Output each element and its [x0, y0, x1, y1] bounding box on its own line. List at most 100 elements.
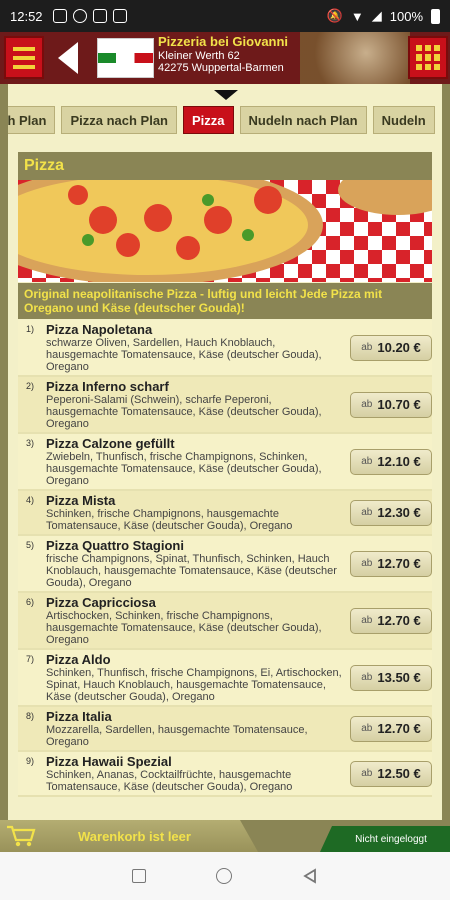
price-value: 12.70 €	[377, 556, 421, 571]
item-description: schwarze Oliven, Sardellen, Hauch Knobla…	[46, 337, 322, 373]
item-name: Pizza Aldo	[46, 652, 111, 667]
item-name: Pizza Quattro Stagioni	[46, 538, 184, 553]
price-prefix: ab	[361, 615, 373, 626]
section-title: Pizza	[18, 152, 432, 180]
cart-button[interactable]: Warenkorb ist leer	[0, 820, 258, 852]
item-number: 2)	[26, 381, 35, 391]
grid-icon-cell	[416, 45, 422, 52]
item-name: Pizza Calzone gefüllt	[46, 436, 175, 451]
menu-item[interactable]: 1) Pizza Napoletana schwarze Oliven, Sar…	[18, 320, 432, 377]
back-icon[interactable]	[302, 868, 318, 884]
home-icon[interactable]	[216, 868, 232, 884]
right-edge	[442, 84, 450, 820]
menu-item[interactable]: 7) Pizza Aldo Schinken, Thunfisch, frisc…	[18, 650, 432, 707]
menu-button[interactable]	[4, 36, 44, 79]
item-number: 3)	[26, 438, 35, 448]
categories-grid-button[interactable]	[408, 36, 448, 79]
cart-status: Warenkorb ist leer	[78, 829, 191, 844]
grid-icon-cell	[425, 45, 431, 52]
menu-item[interactable]: 6) Pizza Capricciosa Artischocken, Schin…	[18, 593, 432, 650]
grid-icon-cell	[416, 63, 422, 70]
item-number: 4)	[26, 495, 35, 505]
item-description: Zwiebeln, Thunfisch, frische Champignons…	[46, 451, 322, 487]
menu-item[interactable]: 2) Pizza Inferno scharf Peperoni-Salami …	[18, 377, 432, 434]
mute-icon: 🔕	[326, 8, 343, 23]
tab-nudeln-nach-plan[interactable]: Nudeln nach Plan	[239, 106, 367, 134]
store-name: Pizzeria bei Giovanni	[158, 34, 289, 49]
shopping-cart-icon	[7, 825, 36, 847]
price-value: 10.20 €	[377, 340, 421, 355]
menu-item[interactable]: 9) Pizza Hawaii Spezial Schinken, Ananas…	[18, 752, 432, 797]
status-bar: 12:52 🔕 ▼ ◢ 100%	[0, 0, 450, 32]
item-number: 5)	[26, 540, 35, 550]
price-prefix: ab	[361, 768, 373, 779]
menu-item-list: 1) Pizza Napoletana schwarze Oliven, Sar…	[18, 320, 432, 797]
wifi-icon: ▼	[350, 8, 364, 24]
login-status-button[interactable]: Nicht eingeloggt	[320, 826, 450, 852]
price-value: 10.70 €	[377, 397, 421, 412]
tab-pizza-nach-plan[interactable]: Pizza nach Plan	[61, 106, 178, 134]
price-prefix: ab	[361, 558, 373, 569]
price-value: 12.30 €	[377, 505, 421, 520]
price-prefix: ab	[361, 342, 373, 353]
back-arrow-icon[interactable]	[56, 40, 80, 76]
price-button[interactable]: ab 10.20 €	[350, 334, 432, 361]
item-description: Schinken, Thunfisch, frische Champignons…	[46, 667, 342, 703]
system-icons: 🔕 ▼ ◢ 100%	[327, 8, 440, 24]
price-button[interactable]: ab 13.50 €	[350, 664, 432, 691]
grid-icon-cell	[434, 54, 440, 61]
price-button[interactable]: ab 12.70 €	[350, 607, 432, 634]
address-line-1: Kleiner Werth 62	[158, 50, 240, 62]
header-food-photo	[300, 32, 410, 84]
item-name: Pizza Mista	[46, 493, 116, 508]
notification-icons	[52, 9, 127, 23]
menu-item[interactable]: 3) Pizza Calzone gefüllt Zwiebeln, Thunf…	[18, 434, 432, 491]
price-value: 12.10 €	[377, 454, 421, 469]
price-button[interactable]: ab 12.10 €	[350, 448, 432, 475]
price-prefix: ab	[361, 456, 373, 467]
app-header: Pizzeria bei Giovanni Kleiner Werth 62 4…	[0, 32, 450, 84]
tab-ach-plan[interactable]: ach Plan	[8, 106, 56, 134]
item-name: Pizza Inferno scharf	[46, 379, 169, 394]
tab-nudeln[interactable]: Nudeln	[372, 106, 435, 134]
item-description: Peperoni-Salami (Schwein), scharfe Peper…	[46, 394, 322, 430]
app-notification-icon	[112, 9, 127, 23]
menu-item[interactable]: 8) Pizza Italia Mozzarella, Sardellen, h…	[18, 707, 432, 752]
hamburger-icon-bar	[13, 55, 35, 60]
item-name: Pizza Italia	[46, 709, 112, 724]
check-circle-icon	[72, 9, 87, 23]
price-button[interactable]: ab 12.50 €	[350, 760, 432, 787]
price-button[interactable]: ab 12.70 €	[350, 715, 432, 742]
price-prefix: ab	[361, 723, 373, 734]
price-button[interactable]: ab 12.70 €	[350, 550, 432, 577]
price-value: 13.50 €	[377, 670, 421, 685]
signal-icon: ◢	[371, 8, 382, 23]
left-edge	[0, 84, 8, 820]
battery-percent: 100%	[389, 8, 423, 24]
item-number: 6)	[26, 597, 35, 607]
item-number: 9)	[26, 756, 35, 766]
item-number: 1)	[26, 324, 35, 334]
item-name: Pizza Capricciosa	[46, 595, 156, 610]
battery-icon	[431, 8, 440, 24]
category-tabs[interactable]: ach Plan Pizza nach Plan Pizza Nudeln na…	[8, 106, 442, 134]
menu-item[interactable]: 5) Pizza Quattro Stagioni frische Champi…	[18, 536, 432, 593]
image-icon	[92, 9, 107, 23]
item-description: Schinken, frische Champignons, hausgemac…	[46, 508, 293, 532]
tab-pizza[interactable]: Pizza	[183, 106, 234, 134]
item-description: Artischocken, Schinken, frische Champign…	[46, 610, 322, 646]
item-name: Pizza Napoletana	[46, 322, 153, 337]
item-description: Schinken, Ananas, Cocktailfrüchte, hausg…	[46, 769, 293, 793]
price-prefix: ab	[361, 507, 373, 518]
store-address: Kleiner Werth 62 42275 Wuppertal-Barmen	[158, 50, 284, 74]
hamburger-icon-bar	[13, 64, 35, 69]
calendar-icon	[52, 9, 67, 23]
price-value: 12.70 €	[377, 721, 421, 736]
price-button[interactable]: ab 12.30 €	[350, 499, 432, 526]
menu-item[interactable]: 4) Pizza Mista Schinken, frische Champig…	[18, 491, 432, 536]
item-name: Pizza Hawaii Spezial	[46, 754, 172, 769]
system-nav-bar	[0, 852, 450, 900]
grid-icon-cell	[434, 63, 440, 70]
price-button[interactable]: ab 10.70 €	[350, 391, 432, 418]
recent-apps-icon[interactable]	[132, 869, 146, 883]
